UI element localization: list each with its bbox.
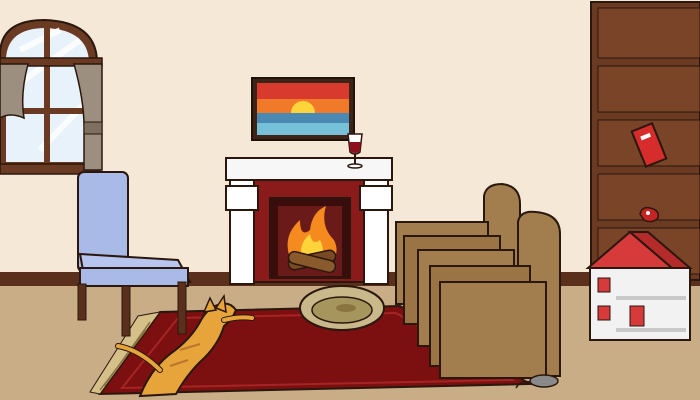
fireplace[interactable] — [225, 157, 393, 285]
game-scene — [0, 0, 700, 400]
sunset-painting[interactable] — [251, 77, 355, 141]
pet-bed[interactable] — [299, 285, 385, 331]
